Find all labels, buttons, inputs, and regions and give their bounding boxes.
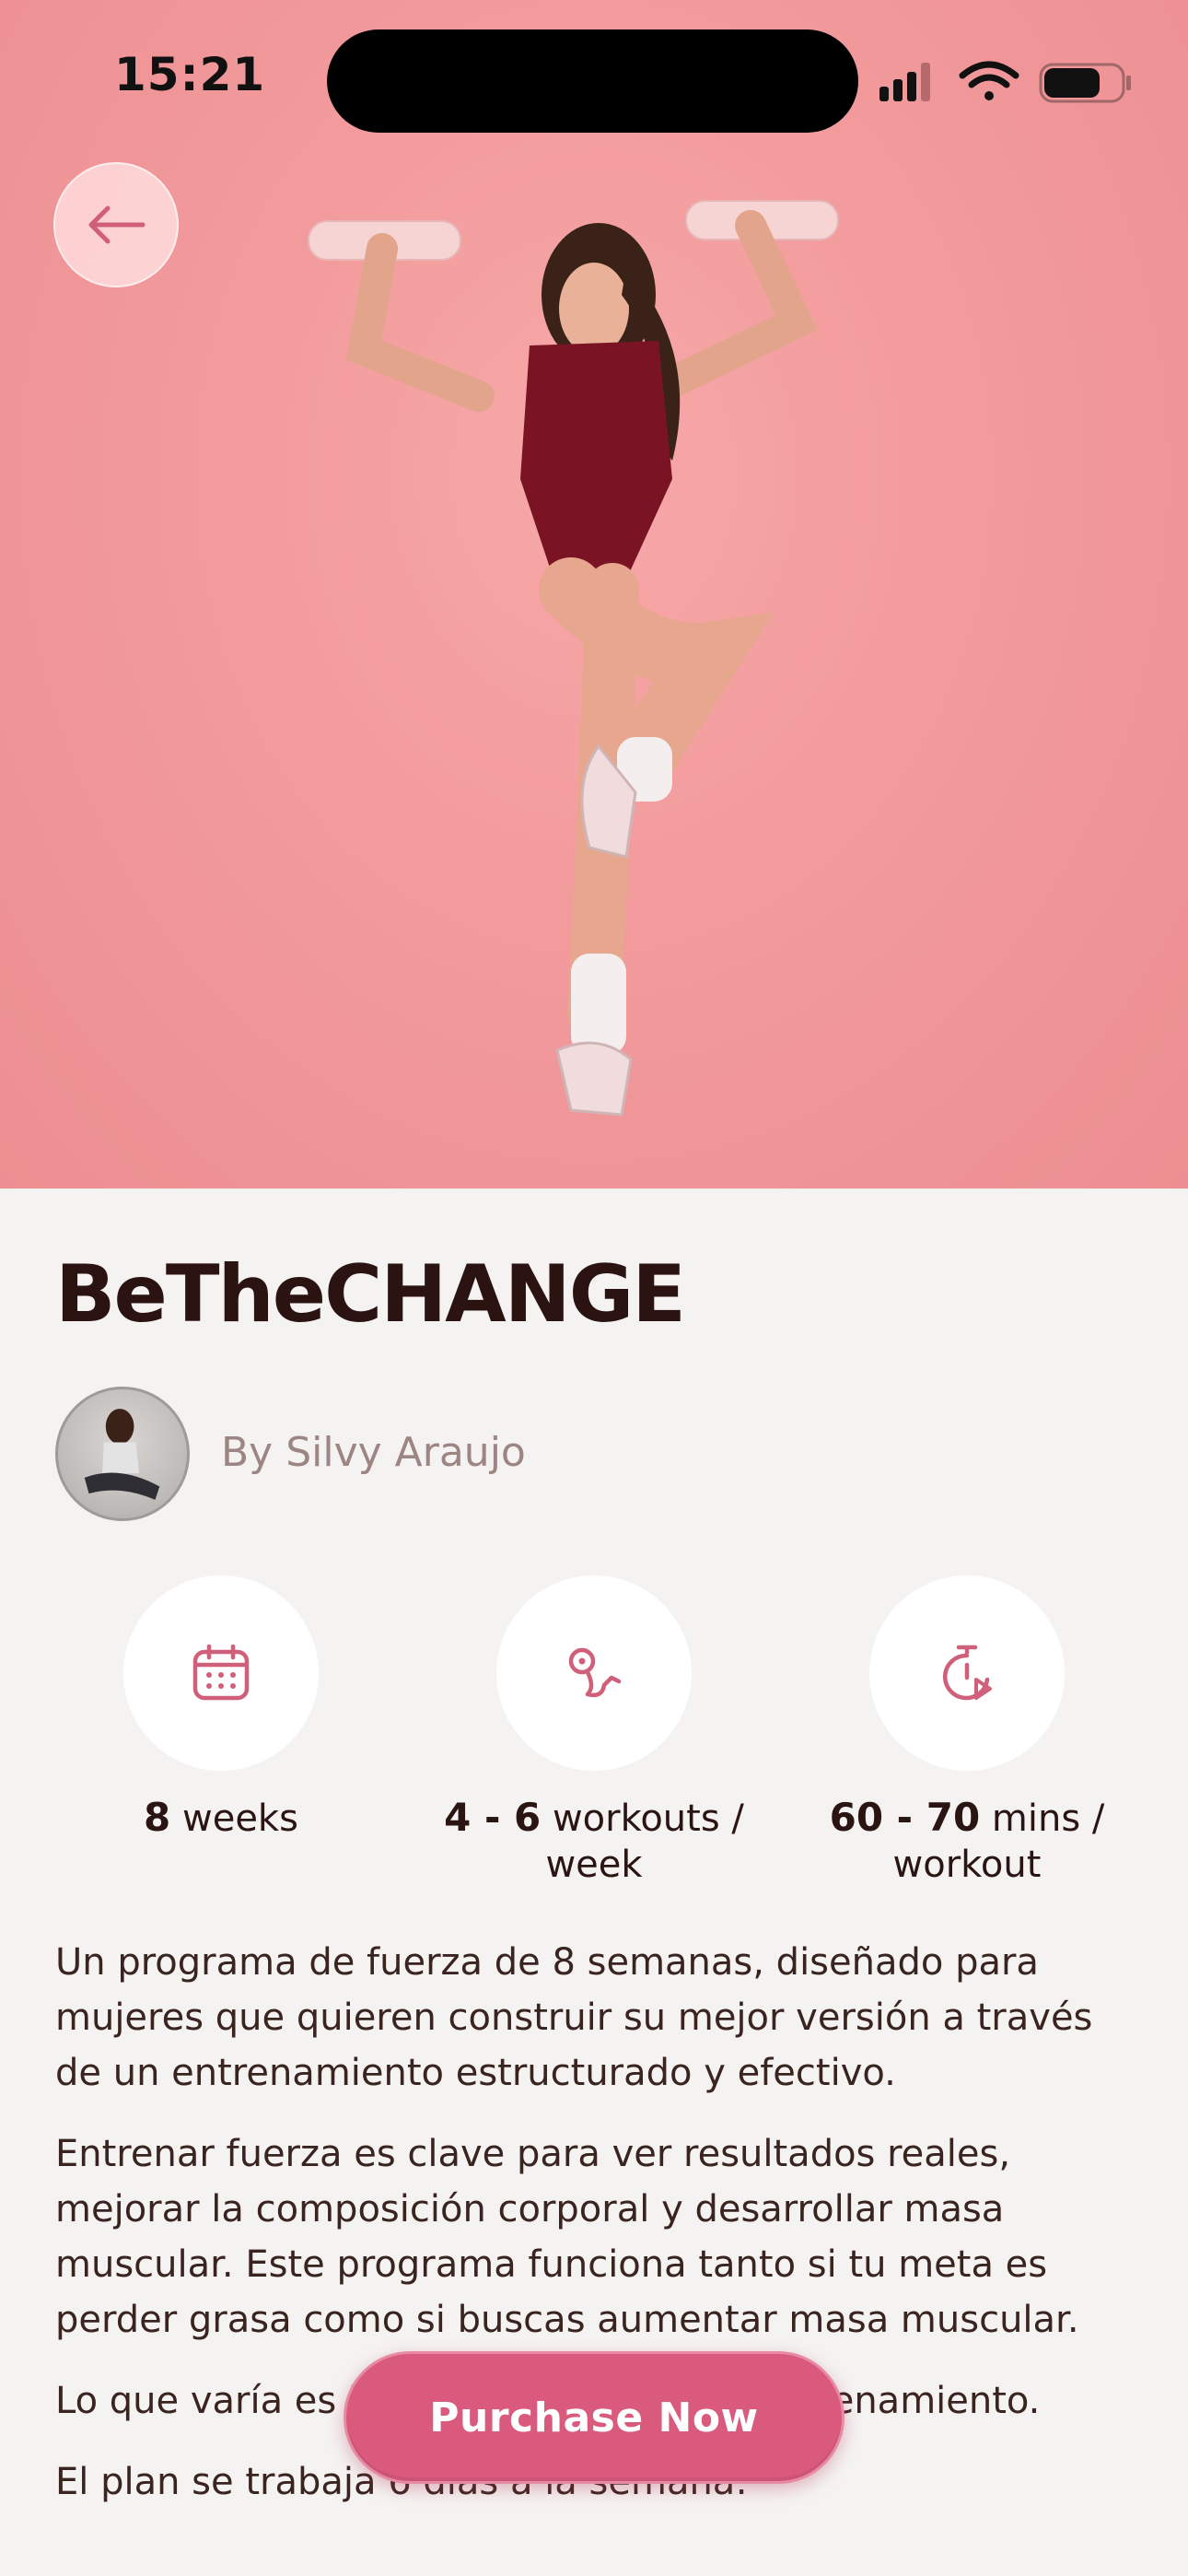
calendar-icon: [192, 1644, 250, 1701]
program-hero-image: 15:21: [0, 0, 1188, 1188]
stat-frequency-text: 4 - 6 workouts / week: [444, 1795, 744, 1886]
stat-icon-circle: [123, 1575, 319, 1771]
athlete-photo: [308, 200, 839, 1117]
status-time: 15:21: [114, 48, 266, 101]
program-stats: 8 weeks 4 - 6 workouts / week 60 - 70 mi…: [0, 1575, 1188, 1898]
description-paragraph: Entrenar fuerza es clave para ver result…: [55, 2133, 1079, 2341]
workout-route-icon: [568, 1647, 622, 1698]
stat-session-length: 60 - 70 mins / workout: [792, 1575, 1142, 1888]
program-title: BeTheCHANGE: [55, 1248, 686, 1341]
author-name[interactable]: By Silvy Araujo: [221, 1429, 526, 1476]
status-icons: [879, 61, 1131, 103]
stat-duration: 8 weeks: [46, 1575, 396, 1842]
author-row[interactable]: By Silvy Araujo: [55, 1387, 884, 1521]
description-paragraph: Un programa de fuerza de 8 semanas, dise…: [55, 1941, 1093, 2094]
stat-frequency: 4 - 6 workouts / week: [419, 1575, 769, 1888]
stat-duration-text: 8 weeks: [144, 1795, 298, 1840]
dynamic-island: [327, 29, 858, 133]
arrow-left-icon: [88, 205, 146, 244]
wifi-icon: [959, 61, 1019, 100]
cellular-signal-icon: [879, 63, 930, 101]
status-bar: 15:21: [0, 0, 1188, 157]
stat-session-length-text: 60 - 70 mins / workout: [829, 1795, 1105, 1886]
author-avatar[interactable]: [55, 1387, 190, 1521]
timer-icon: [943, 1645, 992, 1701]
back-button[interactable]: [53, 162, 179, 287]
stat-icon-circle: [869, 1575, 1065, 1771]
battery-icon: [1039, 63, 1131, 103]
purchase-now-button[interactable]: Purchase Now: [344, 2351, 844, 2484]
stat-icon-circle: [496, 1575, 692, 1771]
